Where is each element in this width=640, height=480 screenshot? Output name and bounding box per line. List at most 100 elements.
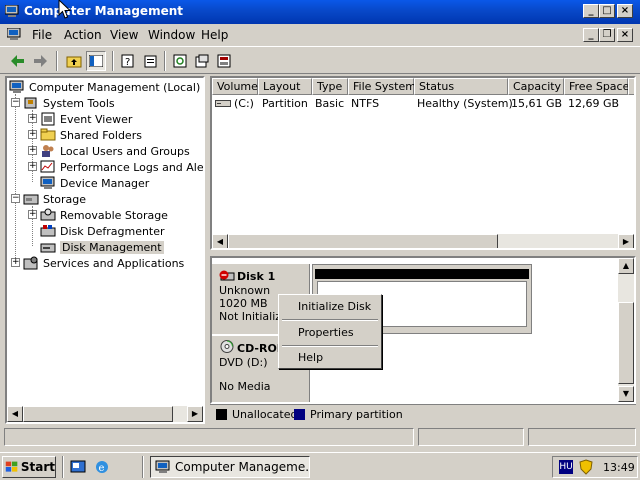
- column-header-volume[interactable]: Volume: [212, 78, 258, 95]
- mdi-window-icon[interactable]: [7, 28, 21, 41]
- expand-toggle[interactable]: +: [28, 146, 37, 155]
- tree-item-system-tools[interactable]: System Tools: [23, 95, 115, 111]
- tree-item-local-users[interactable]: Local Users and Groups: [40, 143, 190, 159]
- expand-toggle[interactable]: +: [28, 162, 37, 171]
- start-button[interactable]: Start: [2, 456, 56, 478]
- menu-item-properties[interactable]: Properties: [298, 326, 354, 339]
- column-header-capacity[interactable]: Capacity: [508, 78, 564, 95]
- menu-item-help[interactable]: Help: [298, 351, 323, 364]
- disk-view-vertical-scrollbar[interactable]: ▲ ▼: [618, 258, 634, 402]
- tree-item-device-manager[interactable]: Device Manager: [40, 175, 149, 191]
- clock: 13:49: [603, 461, 635, 474]
- menu-help[interactable]: Help: [201, 28, 228, 42]
- mdi-restore-button[interactable]: ❐: [599, 28, 615, 42]
- console-tree-icon: [89, 55, 103, 67]
- tree-label: Disk Management: [60, 240, 164, 254]
- mdi-close-button[interactable]: ×: [617, 28, 633, 42]
- cell-capacity: 15,61 GB: [511, 97, 563, 110]
- minimize-button[interactable]: _: [583, 4, 599, 18]
- toolbar-separator: [112, 51, 114, 71]
- refresh-button[interactable]: [170, 51, 190, 71]
- scroll-left-button[interactable]: ◀: [7, 406, 23, 422]
- menu-item-initialize-disk[interactable]: Initialize Disk: [298, 300, 371, 313]
- close-button[interactable]: ×: [617, 4, 633, 18]
- column-header-layout[interactable]: Layout: [258, 78, 312, 95]
- column-header-type[interactable]: Type: [312, 78, 348, 95]
- scroll-right-button[interactable]: ▶: [187, 406, 203, 422]
- language-indicator[interactable]: HU: [559, 460, 573, 474]
- menu-action[interactable]: Action: [64, 28, 102, 42]
- menu-file[interactable]: File: [32, 28, 52, 42]
- menu-separator: [282, 319, 378, 321]
- menu-window[interactable]: Window: [148, 28, 195, 42]
- show-hide-tree-button[interactable]: [86, 51, 106, 71]
- maximize-button[interactable]: □: [599, 4, 615, 18]
- show-desktop-icon[interactable]: [70, 459, 86, 475]
- svg-text:?: ?: [125, 57, 130, 68]
- expand-toggle[interactable]: +: [28, 130, 37, 139]
- tree-item-root[interactable]: Computer Management (Local): [9, 79, 200, 95]
- volume-list-horizontal-scrollbar[interactable]: ◀ ▶: [212, 234, 634, 248]
- volume-list[interactable]: Volume Layout Type File System Status Ca…: [210, 76, 636, 250]
- scroll-thumb[interactable]: [228, 234, 498, 248]
- scroll-thumb[interactable]: [23, 406, 173, 422]
- taskbar-window-button[interactable]: Computer Manageme...: [150, 456, 310, 478]
- folder-up-icon: [66, 56, 82, 68]
- scroll-up-button[interactable]: ▲: [618, 258, 634, 274]
- title-bar[interactable]: Computer Management _ □ ×: [0, 0, 640, 24]
- cell-file-system: NTFS: [351, 97, 380, 110]
- properties-button[interactable]: ?: [118, 51, 138, 71]
- column-header-free-space[interactable]: Free Space: [564, 78, 629, 95]
- internet-explorer-icon[interactable]: e: [94, 459, 110, 475]
- export-list-button[interactable]: [192, 51, 212, 71]
- disk-graphical-view[interactable]: Disk 1 Unknown 1020 MB Not Initialize CD…: [210, 256, 636, 404]
- tree-item-event-viewer[interactable]: Event Viewer: [40, 111, 132, 127]
- tree-horizontal-scrollbar[interactable]: ◀ ▶: [7, 406, 203, 422]
- mdi-minimize-button[interactable]: _: [583, 28, 599, 42]
- computer-management-icon: [9, 80, 24, 93]
- legend-primary-partition: Primary partition: [310, 408, 403, 421]
- tree-label: System Tools: [43, 96, 115, 110]
- taskbar-window-label: Computer Manageme...: [175, 460, 310, 474]
- cell-layout: Partition: [262, 97, 308, 110]
- scroll-down-button[interactable]: ▼: [618, 386, 634, 402]
- tree-item-disk-management[interactable]: Disk Management: [40, 239, 164, 255]
- users-icon: [42, 145, 54, 157]
- tree-item-services-applications[interactable]: Services and Applications: [23, 255, 184, 271]
- taskbar-separator: [142, 456, 144, 478]
- tree-line: [15, 94, 16, 262]
- collapse-toggle[interactable]: −: [11, 98, 20, 107]
- scroll-left-button[interactable]: ◀: [212, 234, 228, 248]
- disk-1-size: 1020 MB: [219, 297, 268, 310]
- tree-item-removable-storage[interactable]: Removable Storage: [40, 207, 168, 223]
- column-header-file-system[interactable]: File System: [348, 78, 416, 95]
- expand-toggle[interactable]: +: [28, 210, 37, 219]
- disk-settings-button[interactable]: [214, 51, 234, 71]
- tree-item-shared-folders[interactable]: Shared Folders: [40, 127, 142, 143]
- help-button[interactable]: [140, 51, 160, 71]
- up-one-level-button[interactable]: [64, 51, 84, 71]
- storage-icon: [23, 194, 39, 205]
- system-tray: HU 13:49: [552, 456, 638, 478]
- scroll-right-button[interactable]: ▶: [618, 234, 634, 248]
- tree-item-storage[interactable]: Storage: [23, 191, 86, 207]
- tree-label: Storage: [43, 192, 87, 206]
- collapse-toggle[interactable]: −: [11, 194, 20, 203]
- menu-view[interactable]: View: [110, 28, 138, 42]
- tree-item-performance-logs[interactable]: Performance Logs and Alerts: [40, 159, 203, 175]
- back-button[interactable]: [8, 51, 28, 71]
- expand-toggle[interactable]: +: [28, 114, 37, 123]
- expand-toggle[interactable]: +: [11, 258, 20, 267]
- scroll-thumb[interactable]: [618, 302, 634, 384]
- tree-item-disk-defragmenter[interactable]: Disk Defragmenter: [40, 223, 165, 239]
- tree-label: Removable Storage: [60, 208, 168, 222]
- tree-label: Services and Applications: [43, 256, 185, 270]
- cell-free-space: 12,69 GB: [568, 97, 620, 110]
- legend-unallocated: Unallocated: [232, 408, 298, 421]
- security-shield-icon[interactable]: [579, 459, 593, 475]
- status-panel: [528, 428, 636, 446]
- console-tree[interactable]: Computer Management (Local) − System Too…: [5, 76, 205, 424]
- primary-partition-swatch: [294, 409, 305, 420]
- column-header-status[interactable]: Status: [414, 78, 508, 95]
- forward-button[interactable]: [30, 51, 50, 71]
